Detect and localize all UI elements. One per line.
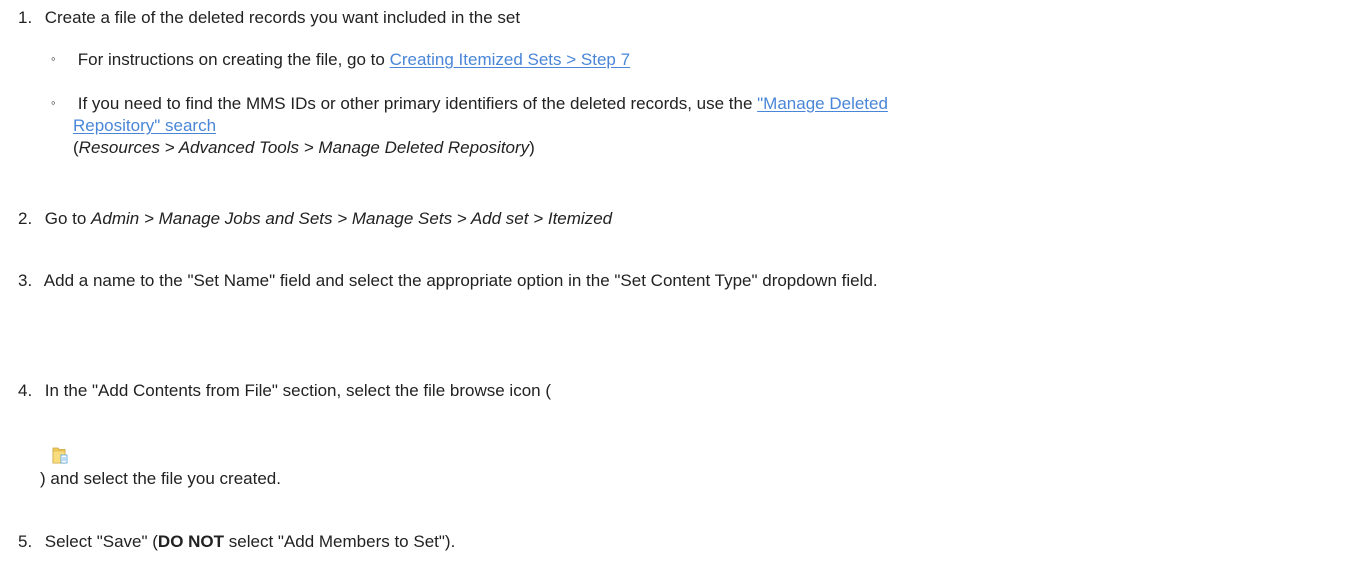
nav-sep: > [332,209,352,228]
do-not-emphasis: DO NOT [157,532,225,551]
step-number: 3. [18,271,33,290]
step-text: Select "Save" ( [44,532,158,551]
nav-admin: Admin [91,209,140,228]
nav-add-set: Add set [470,209,529,228]
step-number: 5. [18,532,33,551]
step-3: 3. Add a name to the "Set Name" field an… [18,270,878,292]
step-text: Add a name to the "Set Name" field and s… [43,271,878,290]
step-5: 5. Select "Save" (DO NOT select "Add Mem… [18,531,455,553]
bullet-text: If you need to find the MMS IDs or other… [77,94,758,113]
path-close: ) [529,138,535,157]
path-manage-deleted-repository: Manage Deleted Repository [318,138,530,157]
bullet-marker: ◦ [51,51,56,66]
path-advanced-tools: Advanced Tools [178,138,300,157]
nav-manage-sets: Manage Sets [351,209,453,228]
step-1: 1. Create a file of the deleted records … [18,7,520,29]
path-sep: > [159,138,179,157]
step-1-bullet-2-path: (Resources > Advanced Tools > Manage Del… [73,137,535,159]
step-text: Go to [44,209,92,228]
path-resources: Resources [78,138,160,157]
bullet-text: For instructions on creating the file, g… [77,50,390,69]
step-2: 2. Go to Admin > Manage Jobs and Sets > … [18,208,612,230]
step-number: 2. [18,209,33,228]
step-text: ) and select the file you created. [40,469,281,488]
step-1-bullet-1: ◦ For instructions on creating the file,… [51,49,630,72]
bullet-marker: ◦ [51,95,56,110]
nav-manage-jobs: Manage Jobs and Sets [158,209,333,228]
manage-deleted-repository-link-cont[interactable]: Repository" search [73,116,216,135]
nav-sep: > [528,209,548,228]
step-text-suffix: select "Add Members to Set"). [224,532,456,551]
manage-deleted-repository-link[interactable]: "Manage Deleted [757,94,888,113]
step-1-bullet-2: ◦ If you need to find the MMS IDs or oth… [51,93,888,116]
step-number: 1. [18,8,33,27]
nav-sep: > [452,209,471,228]
step-text: In the "Add Contents from File" section,… [44,381,551,400]
step-4-cont: ) and select the file you created. [40,468,281,490]
folder-icon [52,447,68,464]
creating-itemized-sets-link[interactable]: Creating Itemized Sets > Step 7 [390,50,631,69]
step-number: 4. [18,381,33,400]
step-4: 4. In the "Add Contents from File" secti… [18,380,551,402]
path-sep: > [299,138,319,157]
step-text: Create a file of the deleted records you… [44,8,521,27]
instruction-page: { "steps": { "s1": { "number": "1.", "te… [0,0,1358,569]
nav-itemized: Itemized [547,209,613,228]
nav-sep: > [139,209,159,228]
step-1-bullet-2-link-cont: Repository" search [73,115,216,137]
